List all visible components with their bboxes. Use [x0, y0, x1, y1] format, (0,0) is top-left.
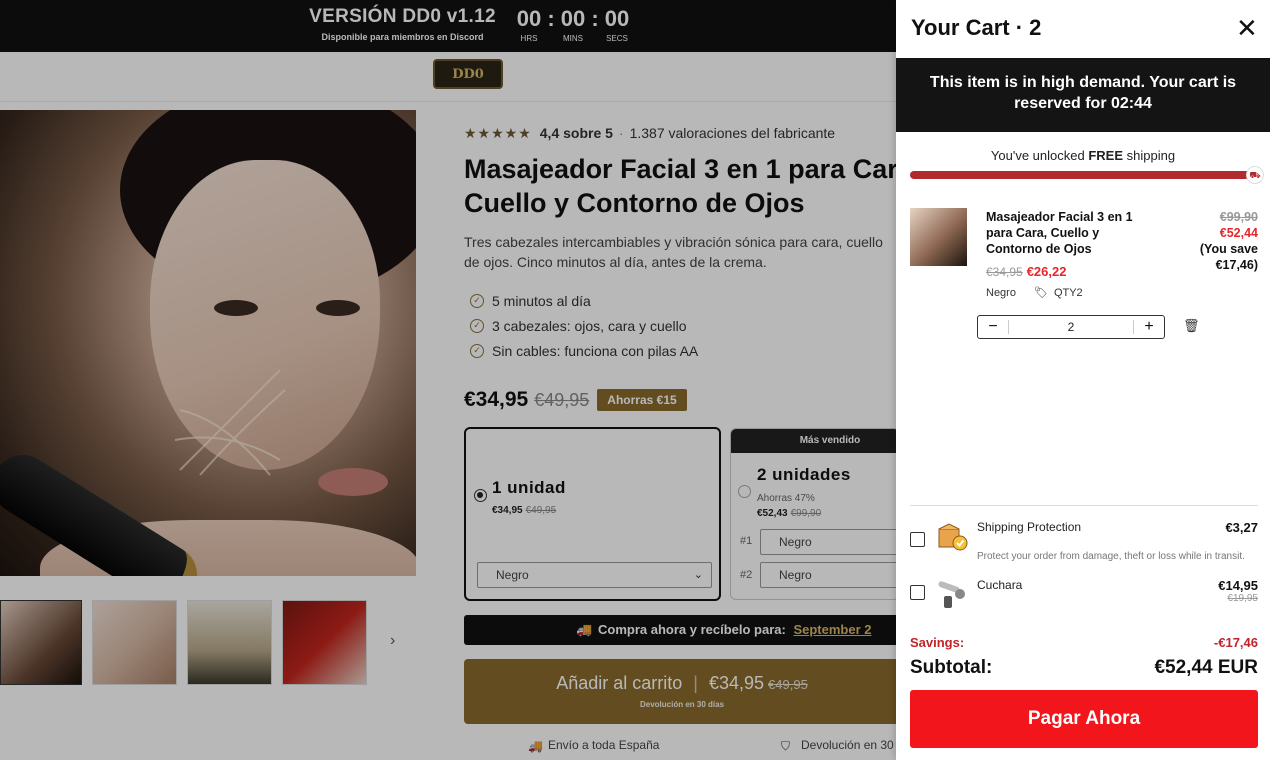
truck-icon: ⛟	[1246, 166, 1264, 184]
cart-item-totals: €99,90 €52,44 (You save €17,46)	[1200, 209, 1258, 273]
package-shield-icon	[938, 523, 968, 551]
plus-button[interactable]: +	[1134, 318, 1164, 336]
addon-price-old: €19,95	[1227, 593, 1258, 604]
cart-item-save-value: €17,46)	[1215, 258, 1258, 272]
cart-subtotal-row: Subtotal: €52,44 EUR	[910, 657, 1258, 679]
quantity-value[interactable]: 2	[1008, 320, 1134, 334]
cart-item-total-new: €52,44	[1219, 226, 1258, 240]
cart-subtotal-label: Subtotal:	[910, 657, 993, 678]
cart-savings-label: Savings:	[910, 635, 965, 650]
high-demand-banner: This item is in high demand. Your cart i…	[896, 58, 1270, 132]
free-shipping-prefix: You've unlocked	[990, 148, 1089, 163]
addon-checkbox[interactable]	[910, 532, 925, 547]
cart-item-unit-old: €34,95	[986, 265, 1023, 279]
cart-item-unit-price: €34,95 €26,22	[986, 264, 1066, 279]
addon-name: Shipping Protection	[977, 520, 1082, 534]
free-shipping-message: You've unlocked FREE shipping	[896, 148, 1270, 163]
quantity-stepper: − 2 +	[977, 315, 1165, 339]
cart-title: Your Cart · 2	[911, 15, 1042, 40]
addon-price: €3,27	[1225, 520, 1258, 535]
checkout-button[interactable]: Pagar Ahora	[910, 690, 1258, 748]
cart-item-variant-row: Negro 🏷 QTY2	[986, 286, 1083, 300]
cart-item-save-label: (You save	[1199, 242, 1258, 256]
divider	[910, 505, 1258, 506]
progress-fill	[910, 171, 1258, 179]
cart-item-image[interactable]	[910, 208, 967, 266]
addon-shipping-protection: Shipping Protection Protect your order f…	[910, 520, 1258, 564]
free-shipping-progress: ⛟	[910, 166, 1264, 184]
cart-item-name[interactable]: Masajeador Facial 3 en 1 para Cara, Cuel…	[986, 209, 1156, 257]
addon-price: €14,95 €19,95	[1218, 578, 1258, 604]
addon-price-value: €3,27	[1225, 520, 1258, 535]
spoon-tool-icon	[938, 581, 965, 608]
close-icon[interactable]: ✕	[1236, 15, 1258, 41]
cart-item-discount-tag: QTY2	[1053, 286, 1083, 299]
cart-item-total-old: €99,90	[1219, 210, 1258, 224]
addon-cuchara: Cuchara €14,95 €19,95	[910, 578, 1258, 614]
cart-savings-row: Savings: -€17,46	[910, 635, 1258, 650]
free-shipping-suffix: shipping	[1123, 148, 1176, 163]
addon-checkbox[interactable]	[910, 585, 925, 600]
high-demand-line-1: This item is in high demand. Your cart i…	[929, 74, 1237, 91]
addon-description: Protect your order from damage, theft or…	[977, 551, 1245, 562]
drawer-backdrop[interactable]	[0, 0, 900, 760]
addon-price-value: €14,95	[1218, 578, 1258, 593]
cart-drawer: Your Cart · 2 ✕ This item is in high dem…	[896, 0, 1270, 760]
cart-item-unit-new: €26,22	[1026, 264, 1067, 279]
minus-button[interactable]: −	[978, 318, 1008, 336]
free-shipping-bold: FREE	[1088, 148, 1124, 163]
high-demand-line-2: reserved for 02:44	[1014, 95, 1152, 112]
addon-name: Cuchara	[977, 578, 1023, 592]
tag-icon: 🏷	[1033, 287, 1048, 299]
cart-savings-value: -€17,46	[1213, 635, 1258, 650]
cart-subtotal-value: €52,44 EUR	[1154, 657, 1258, 678]
product-page: VERSIÓN DD0 v1.12 Disponible para miembr…	[0, 0, 1270, 760]
trash-icon[interactable]: 🗑	[1183, 318, 1200, 334]
cart-item-variant: Negro	[986, 286, 1016, 299]
